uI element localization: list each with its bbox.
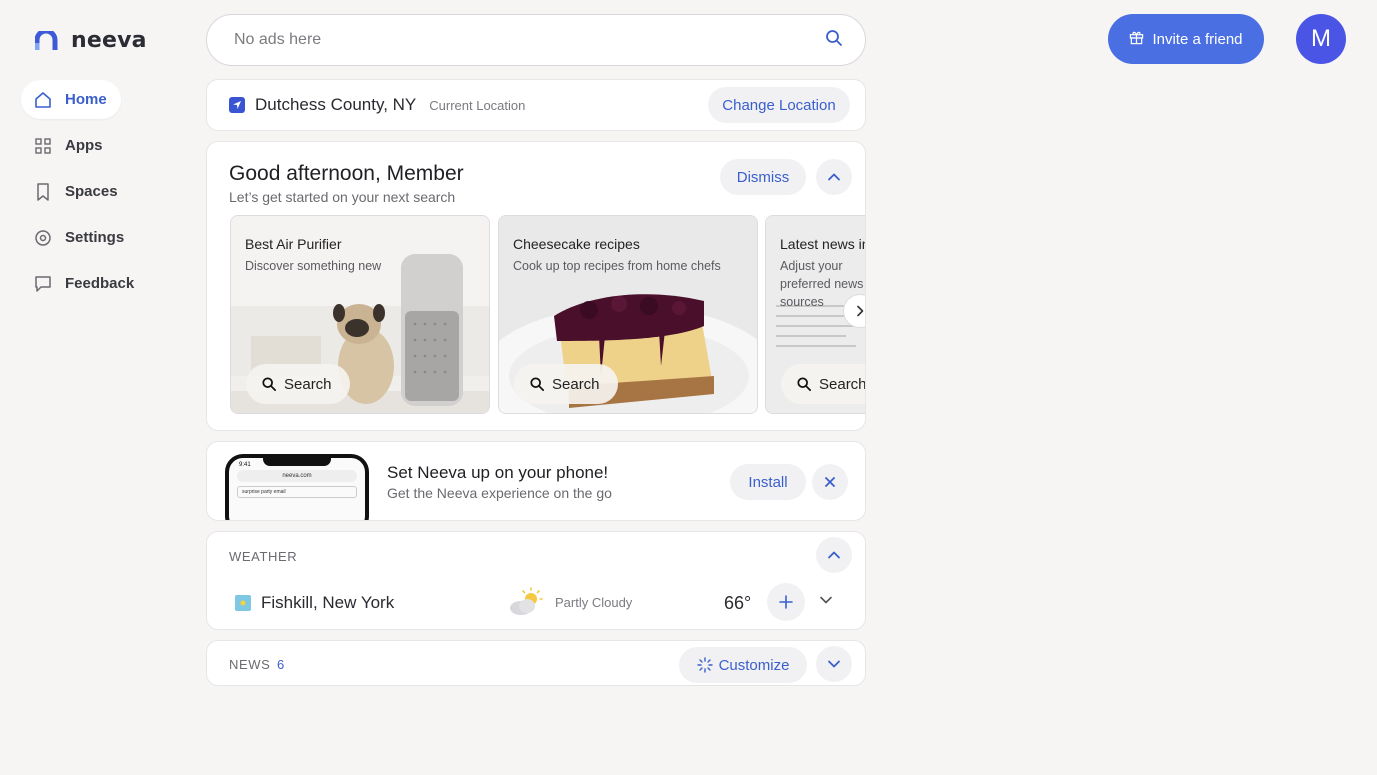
install-app-card: 9:41 neeva.com surprise party email Set … <box>206 441 866 521</box>
tile-title: Latest news in <box>780 236 866 252</box>
sidebar-item-settings[interactable]: Settings <box>21 218 138 257</box>
tile-title: Cheesecake recipes <box>513 236 640 252</box>
sidebar-item-label: Apps <box>65 137 103 154</box>
phone-illustration: 9:41 neeva.com surprise party email <box>225 454 369 520</box>
invite-label: Invite a friend <box>1152 30 1243 48</box>
phone-query: surprise party email <box>237 486 357 498</box>
weather-label: WEATHER <box>229 549 298 564</box>
greeting-title: Good afternoon, Member <box>229 162 464 185</box>
location-card: Dutchess County, NY Current Location Cha… <box>206 79 866 131</box>
sidebar: Home Apps Spaces Settings Feedback <box>21 80 181 310</box>
dismiss-button[interactable]: Dismiss <box>720 159 806 195</box>
tile-title: Best Air Purifier <box>245 236 342 252</box>
search-bar <box>206 14 866 66</box>
tile-subtitle: Discover something new <box>245 259 382 273</box>
expand-weather-button[interactable] <box>819 593 833 612</box>
location-name: Dutchess County, NY <box>255 95 417 114</box>
customize-news-button[interactable]: Customize <box>679 647 807 683</box>
chevron-up-icon <box>828 173 840 181</box>
install-button[interactable]: Install <box>730 464 806 500</box>
bookmark-icon <box>33 182 53 202</box>
chevron-down-icon <box>820 596 832 604</box>
chevron-down-icon <box>828 660 840 668</box>
expand-news-button[interactable] <box>816 646 852 682</box>
location-flag-icon <box>235 595 251 611</box>
gear-icon <box>33 228 53 248</box>
avatar[interactable]: M <box>1296 14 1346 64</box>
sparkle-settings-icon <box>696 657 713 673</box>
suggestion-tile-cheesecake[interactable]: Cheesecake recipes Cook up top recipes f… <box>498 215 758 414</box>
phone-url: neeva.com <box>237 470 357 482</box>
tile-search-label: Search <box>552 375 600 393</box>
chevron-right-icon <box>857 305 864 317</box>
customize-label: Customize <box>718 656 790 674</box>
phone-notch <box>263 458 331 466</box>
sidebar-item-label: Spaces <box>65 183 118 200</box>
phone-time: 9:41 <box>239 462 251 468</box>
sidebar-item-label: Settings <box>65 229 125 246</box>
search-input[interactable] <box>234 31 825 49</box>
search-icon <box>530 377 544 391</box>
apps-grid-icon <box>33 136 53 156</box>
news-card: NEWS 6 Customize <box>206 640 866 686</box>
plus-icon <box>779 595 793 609</box>
weather-condition: Partly Cloudy <box>555 595 633 610</box>
greeting-subtitle: Let’s get started on your next search <box>229 189 456 205</box>
add-weather-location-button[interactable] <box>767 583 805 621</box>
greeting-card: Good afternoon, Member Let’s get started… <box>206 141 866 431</box>
invite-friend-button[interactable]: Invite a friend <box>1108 14 1264 64</box>
tile-search-label: Search <box>284 375 332 393</box>
sidebar-item-label: Feedback <box>65 275 135 292</box>
neeva-logo[interactable]: neeva <box>35 28 147 53</box>
location-arrow-icon <box>229 97 245 113</box>
weather-card: WEATHER Fishkill, New York Partly Cloudy… <box>206 531 866 630</box>
search-icon <box>797 377 811 391</box>
weather-city: Fishkill, New York <box>261 593 395 612</box>
collapse-weather-button[interactable] <box>816 537 852 573</box>
tile-search-button[interactable]: Search <box>514 364 618 404</box>
sidebar-item-home[interactable]: Home <box>21 80 121 119</box>
chevron-up-icon <box>828 551 840 559</box>
search-icon[interactable] <box>825 29 843 52</box>
sidebar-item-apps[interactable]: Apps <box>21 126 117 165</box>
tile-search-label: Search <box>819 375 866 393</box>
weather-temperature: 66° <box>724 593 752 613</box>
chat-bubble-icon <box>33 274 53 294</box>
search-icon <box>262 377 276 391</box>
close-install-button[interactable] <box>812 464 848 500</box>
sidebar-item-spaces[interactable]: Spaces <box>21 172 132 211</box>
gift-icon <box>1129 30 1144 49</box>
tile-search-button[interactable]: Search <box>781 364 866 404</box>
partly-cloudy-icon <box>505 587 545 622</box>
collapse-greeting-button[interactable] <box>816 159 852 195</box>
change-location-button[interactable]: Change Location <box>708 87 850 123</box>
news-label: NEWS <box>229 657 271 672</box>
sidebar-item-label: Home <box>65 91 107 108</box>
tile-subtitle: Cook up top recipes from home chefs <box>513 259 721 273</box>
sidebar-item-feedback[interactable]: Feedback <box>21 264 148 303</box>
tile-search-button[interactable]: Search <box>246 364 350 404</box>
location-subtitle: Current Location <box>429 97 526 113</box>
home-icon <box>33 90 53 110</box>
install-subtitle: Get the Neeva experience on the go <box>387 485 612 501</box>
close-icon <box>825 477 835 487</box>
logo-wordmark: neeva <box>71 28 147 53</box>
suggestion-tile-air-purifier[interactable]: Best Air Purifier Discover something new… <box>230 215 490 414</box>
install-title: Set Neeva up on your phone! <box>387 463 609 482</box>
news-count-badge: 6 <box>277 657 285 672</box>
neeva-logo-icon <box>35 30 58 50</box>
